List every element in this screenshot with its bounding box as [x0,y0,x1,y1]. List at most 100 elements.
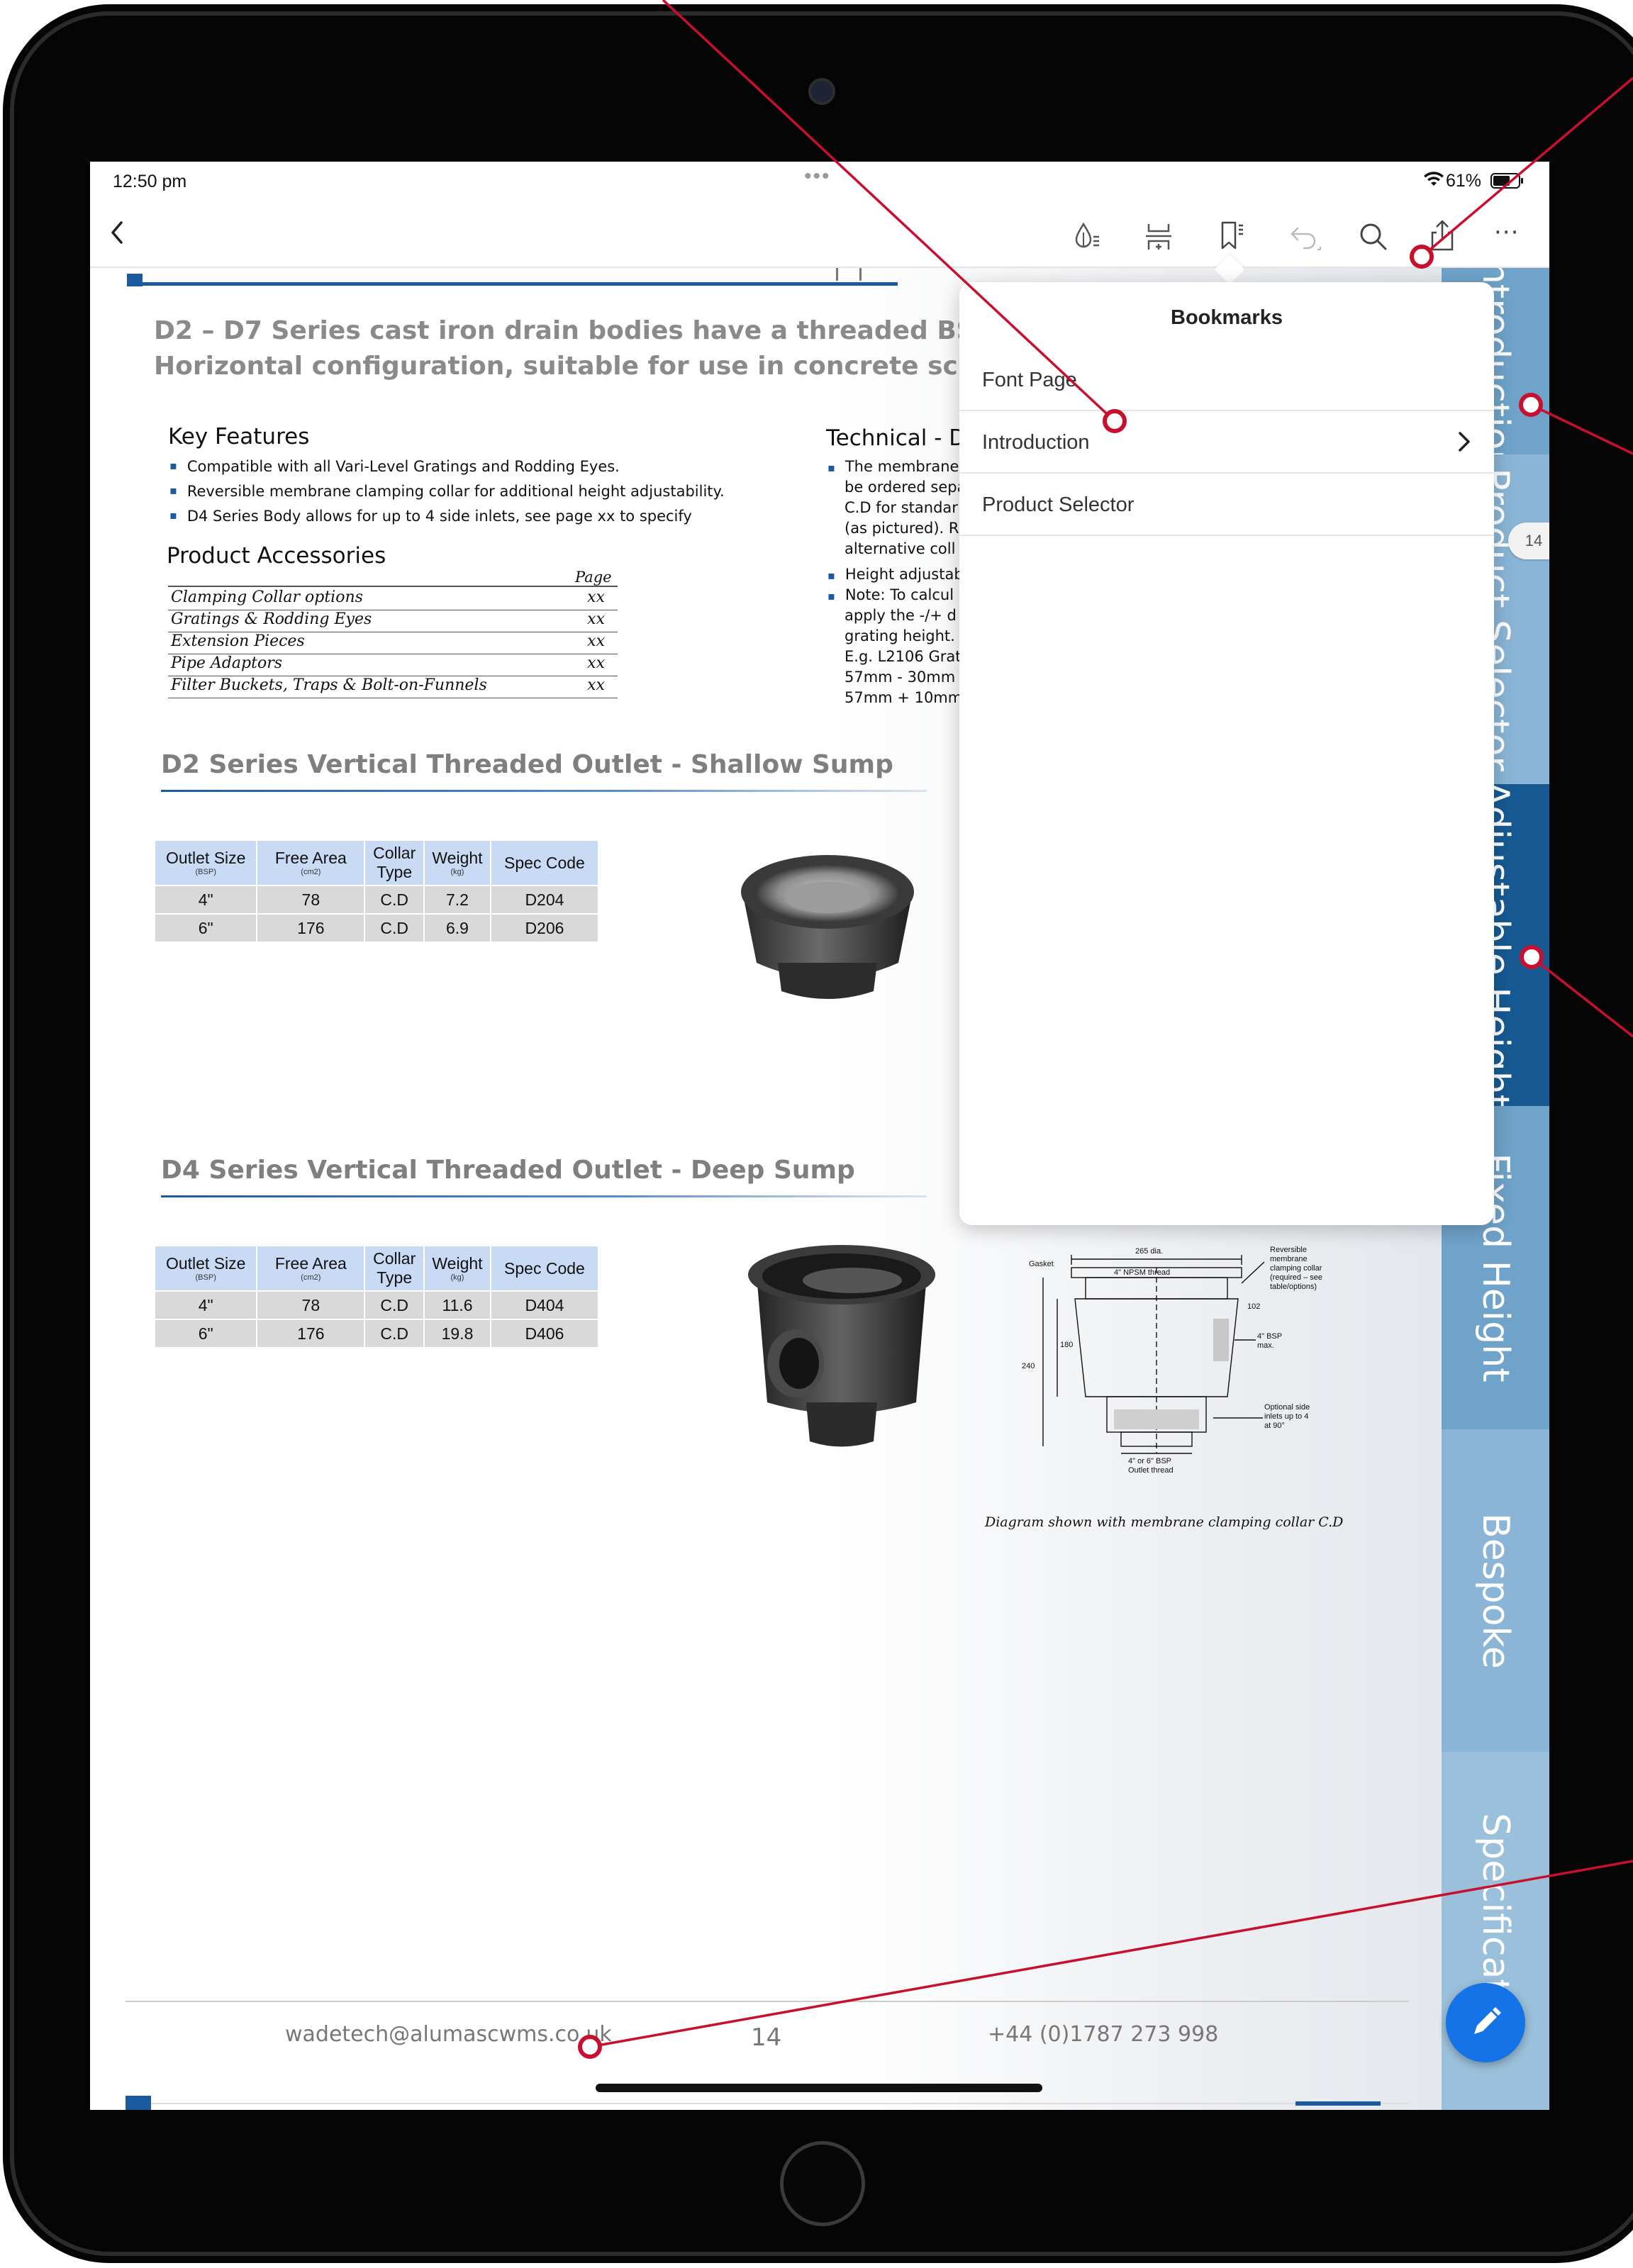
accessory-page: xx [587,588,605,606]
diagram-label-dia: 265 dia. [1135,1247,1163,1256]
table-row: 4" 78 C.D 7.2 D204 [153,885,600,915]
section-title-d4: D4 Series Vertical Threaded Outlet - Dee… [161,1156,855,1185]
key-feature-item: D4 Series Body allows for up to 4 side i… [169,508,692,525]
diagram-label-102: 102 [1247,1302,1260,1311]
edit-button[interactable] [1446,1983,1525,2062]
table-cell: 4" [153,1290,258,1320]
table-row: 4" 78 C.D 11.6 D404 [153,1290,600,1320]
diagram-label-bsp: max. [1257,1341,1274,1350]
share-icon[interactable] [1421,216,1464,258]
search-icon[interactable] [1352,216,1395,258]
deep-sump-photo [748,1245,935,1447]
accessories-page-header: Page [575,569,612,586]
home-indicator[interactable] [596,2084,1042,2092]
screen: 12:50 pm ••• 61% ··· D2 – D7 Series cast… [90,162,1549,2110]
technical-line: ▪ Note: To calcul [827,586,954,603]
accessory-name: Extension Pieces [171,632,305,650]
section-title-d2: D2 Series Vertical Threaded Outlet - Sha… [161,750,893,779]
table-cell: 6" [153,1319,258,1348]
footer-page-number: 14 [751,2023,782,2052]
table-cell: C.D [364,885,425,915]
header-rule-tab [127,274,143,286]
table-cell: D206 [489,913,600,943]
column-header: Collar Type [364,1245,425,1292]
organize-pages-icon[interactable] [1137,216,1180,258]
accessories-header-rule [168,586,618,587]
product-accessories-title: Product Accessories [167,543,386,569]
multitasking-dots[interactable]: ••• [804,164,831,189]
table-cell: C.D [364,913,425,943]
battery-icon [1490,173,1523,189]
bookmark-icon[interactable] [1210,216,1253,258]
key-feature-item: Reversible membrane clamping collar for … [169,483,725,500]
diagram-label-reversible: table/options) [1270,1283,1317,1291]
diagram-label-optional: at 90° [1264,1421,1285,1430]
footer-phone: +44 (0)1787 273 998 [988,2022,1219,2047]
bookmark-item-introduction[interactable]: Introduction [959,411,1494,474]
section-rule [161,1195,927,1197]
technical-line: be ordered sepa [845,479,966,496]
table-cell: 4" [153,885,258,915]
table-cell: 176 [256,913,366,943]
diagram-label-180: 180 [1060,1341,1073,1349]
table-row: 6" 176 C.D 6.9 D206 [153,913,600,943]
diagram-label-npsm: 4" NPSM thread [1114,1268,1170,1277]
bookmark-item-product-selector[interactable]: Product Selector [959,474,1494,536]
accessory-page: xx [587,676,605,694]
intro-line-2: Horizontal configuration, suitable for u… [154,352,1024,381]
liquid-mode-icon[interactable] [1065,216,1108,258]
column-header: Free Area (cm2) [256,1245,366,1292]
chevron-right-icon[interactable] [1456,430,1473,454]
accessory-name: Pipe Adaptors [171,654,282,672]
spec-table-d4: Outlet Size (BSP) Free Area (cm2) Collar T… [153,1245,600,1348]
side-tab-bespoke[interactable]: Bespoke [1442,1429,1549,1752]
technical-line: E.g. L2106 Grati [845,648,966,665]
accessory-name: Gratings & Rodding Eyes [171,610,372,628]
accessory-row: Gratings & Rodding Eyes xx [168,610,618,632]
drain-diagram: 265 dia. 4" NPSM thread Gasket Reversibl… [1022,1246,1322,1475]
accessory-page: xx [587,654,605,672]
diagram-label-240: 240 [1022,1362,1035,1370]
accessory-page: xx [587,610,605,628]
table-cell: 78 [256,1290,366,1320]
table-cell: 78 [256,885,366,915]
home-button[interactable] [780,2141,865,2226]
diagram-label-optional: Optional side [1264,1403,1310,1412]
footer-rule [126,2001,1409,2002]
table-cell: C.D [364,1290,425,1320]
accessory-row: Extension Pieces xx [168,632,618,654]
column-header: Spec Code [489,839,600,886]
table-cell: 6.9 [423,913,491,943]
more-icon[interactable]: ··· [1494,218,1519,247]
page-number-badge[interactable]: 14 [1508,523,1549,559]
back-icon[interactable] [107,218,128,247]
accessory-name: Clamping Collar options [171,588,363,606]
footer-email-link[interactable]: wadetech@alumascwms.co.uk [285,2022,612,2047]
column-header: Free Area (cm2) [256,839,366,886]
wifi-icon [1424,172,1444,186]
accessory-row: Filter Buckets, Traps & Bolt-on-Funnels x… [168,676,618,698]
technical-line: (as pictured). R [845,520,959,537]
bookmark-label: Product Selector [982,493,1135,516]
key-feature-item: Compatible with all Vari-Level Gratings … [169,458,620,475]
undo-icon[interactable] [1283,216,1326,258]
technical-line: ▪ Height adjustab [827,566,964,583]
table-cell: 7.2 [423,885,491,915]
column-header: Outlet Size (BSP) [153,1245,258,1292]
diagram-label-gasket: Gasket [1029,1260,1054,1268]
bookmark-item-font-page[interactable]: Font Page [959,349,1494,411]
next-page-mark [1295,2101,1381,2106]
table-cell: D406 [489,1319,600,1348]
table-header-row: Outlet Size (BSP) Free Area (cm2) Collar T… [153,839,600,886]
diagram-label-reversible: (required – see [1270,1273,1322,1282]
battery-percent: 61% [1446,171,1482,191]
header-mark [836,268,862,281]
technical-line: grating height. [845,627,955,644]
diagram-label-optional: inlets up to 4 [1264,1412,1308,1421]
accessory-page: xx [587,632,605,650]
table-cell: 11.6 [423,1290,491,1320]
table-cell: 176 [256,1319,366,1348]
technical-title: Technical - D [826,425,966,451]
accessory-row: Clamping Collar options xx [168,588,618,610]
table-cell: C.D [364,1319,425,1348]
